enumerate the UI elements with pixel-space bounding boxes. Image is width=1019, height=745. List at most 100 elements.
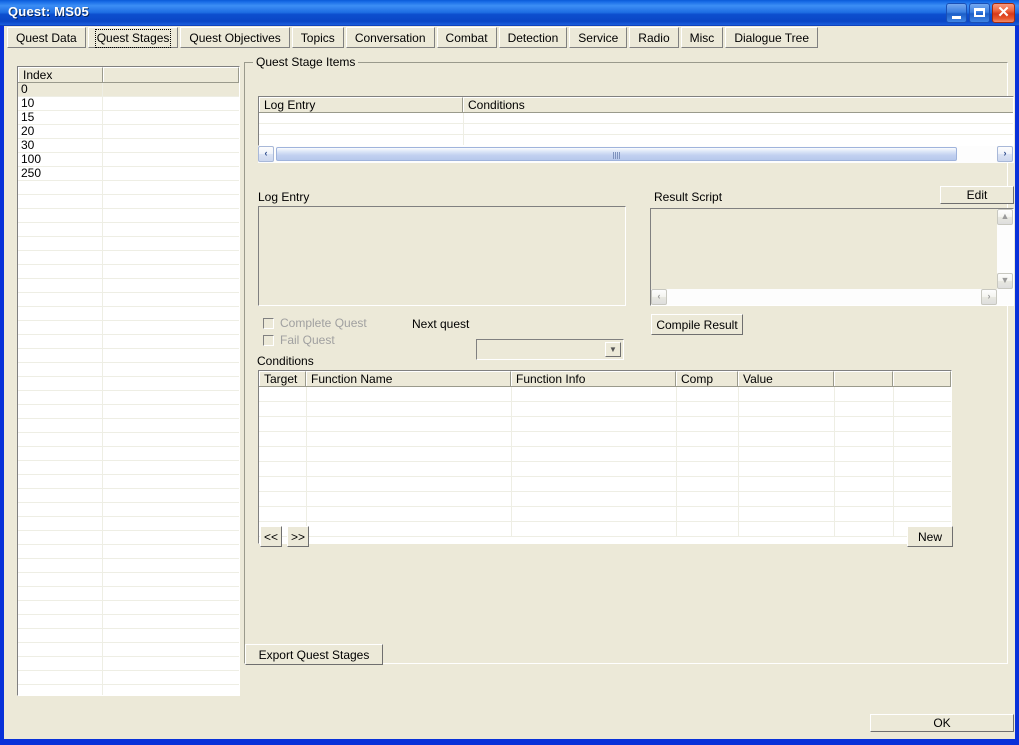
table-row[interactable] xyxy=(259,492,951,507)
column-header-function-info[interactable]: Function Info xyxy=(511,371,676,386)
tab-misc[interactable]: Misc xyxy=(680,27,724,48)
list-item[interactable] xyxy=(18,517,239,531)
stage-index-list[interactable]: Index 0 10 15 20 30 100 250 xyxy=(17,66,240,696)
hscroll-right-arrow-button[interactable]: › xyxy=(981,289,997,305)
table-row[interactable] xyxy=(259,402,951,417)
table-row[interactable] xyxy=(259,477,951,492)
list-item[interactable] xyxy=(18,461,239,475)
list-item[interactable] xyxy=(18,601,239,615)
list-item[interactable]: 20 xyxy=(18,125,239,139)
column-header-target[interactable]: Target xyxy=(259,371,306,386)
vscroll-down-arrow-button[interactable]: ▼ xyxy=(997,273,1013,289)
list-item[interactable] xyxy=(18,685,239,695)
list-item[interactable]: 10 xyxy=(18,97,239,111)
vscroll-up-arrow-button[interactable]: ▲ xyxy=(997,209,1013,225)
maximize-button[interactable] xyxy=(969,3,990,23)
table-row[interactable] xyxy=(259,387,951,402)
tab-quest-stages[interactable]: Quest Stages xyxy=(87,27,179,48)
column-header-index[interactable]: Index xyxy=(18,67,103,82)
table-row[interactable] xyxy=(259,124,1013,135)
list-item[interactable]: 30 xyxy=(18,139,239,153)
list-item[interactable] xyxy=(18,489,239,503)
checkbox-box-icon[interactable] xyxy=(263,335,274,346)
checkbox-box-icon[interactable] xyxy=(263,318,274,329)
list-item[interactable] xyxy=(18,349,239,363)
quest-stage-items-hscrollbar[interactable]: ‹ › xyxy=(258,146,1014,163)
table-row[interactable] xyxy=(259,522,951,537)
list-item[interactable] xyxy=(18,657,239,671)
next-condition-button[interactable]: >> xyxy=(287,526,309,547)
tab-conversation[interactable]: Conversation xyxy=(345,27,435,48)
table-row[interactable] xyxy=(259,447,951,462)
list-item[interactable] xyxy=(18,265,239,279)
list-item[interactable] xyxy=(18,321,239,335)
list-item[interactable] xyxy=(18,433,239,447)
list-item[interactable] xyxy=(18,195,239,209)
quest-stage-items-table[interactable]: Log Entry Conditions xyxy=(258,96,1014,146)
close-button[interactable]: ✕ xyxy=(992,3,1015,23)
tab-quest-data[interactable]: Quest Data xyxy=(7,27,86,48)
column-header-blank-2[interactable] xyxy=(893,371,951,386)
list-item[interactable]: 250 xyxy=(18,167,239,181)
list-item[interactable] xyxy=(18,559,239,573)
list-item[interactable] xyxy=(18,237,239,251)
list-item[interactable] xyxy=(18,615,239,629)
hscroll-left-arrow-button[interactable]: ‹ xyxy=(651,289,667,305)
list-item[interactable] xyxy=(18,629,239,643)
list-item[interactable]: 100 xyxy=(18,153,239,167)
edit-script-button[interactable]: Edit xyxy=(940,186,1014,204)
tab-radio[interactable]: Radio xyxy=(629,27,679,48)
list-item[interactable] xyxy=(18,405,239,419)
result-script-hscrollbar[interactable]: ‹ › xyxy=(651,289,1013,305)
hscroll-track[interactable] xyxy=(651,289,1013,305)
tab-topics[interactable]: Topics xyxy=(291,27,344,48)
list-item[interactable] xyxy=(18,587,239,601)
tab-detection[interactable]: Detection xyxy=(498,27,568,48)
compile-result-button[interactable]: Compile Result xyxy=(651,314,743,335)
column-header-function-name[interactable]: Function Name xyxy=(306,371,511,386)
list-item[interactable] xyxy=(18,209,239,223)
conditions-table[interactable]: Target Function Name Function Info Comp … xyxy=(258,370,952,544)
column-header-value[interactable]: Value xyxy=(738,371,834,386)
list-item[interactable] xyxy=(18,671,239,685)
list-item[interactable] xyxy=(18,573,239,587)
list-item[interactable] xyxy=(18,447,239,461)
column-header-log-entry[interactable]: Log Entry xyxy=(259,97,463,112)
list-item[interactable]: 0 xyxy=(18,83,239,97)
table-row[interactable] xyxy=(259,507,951,522)
list-item[interactable] xyxy=(18,377,239,391)
tab-quest-objectives[interactable]: Quest Objectives xyxy=(180,27,290,48)
list-item[interactable] xyxy=(18,181,239,195)
result-script-vscrollbar[interactable]: ▲ ▼ xyxy=(997,209,1013,289)
table-row[interactable] xyxy=(259,135,1013,145)
next-quest-dropdown[interactable]: ▼ xyxy=(476,339,624,360)
tab-dialogue-tree[interactable]: Dialogue Tree xyxy=(725,27,819,48)
table-row[interactable] xyxy=(259,417,951,432)
list-item[interactable] xyxy=(18,307,239,321)
list-item[interactable] xyxy=(18,643,239,657)
table-row[interactable] xyxy=(259,113,1013,124)
ok-button[interactable]: OK xyxy=(870,714,1014,732)
export-quest-stages-button[interactable]: Export Quest Stages xyxy=(245,644,383,665)
list-item[interactable] xyxy=(18,531,239,545)
list-item[interactable] xyxy=(18,391,239,405)
list-item[interactable] xyxy=(18,293,239,307)
list-item[interactable] xyxy=(18,503,239,517)
column-header-blank-1[interactable] xyxy=(834,371,893,386)
list-item[interactable] xyxy=(18,279,239,293)
previous-condition-button[interactable]: << xyxy=(260,526,282,547)
list-item[interactable] xyxy=(18,419,239,433)
list-item[interactable] xyxy=(18,545,239,559)
minimize-button[interactable] xyxy=(946,3,967,23)
table-row[interactable] xyxy=(259,462,951,477)
list-item[interactable] xyxy=(18,251,239,265)
column-header-comp[interactable]: Comp xyxy=(676,371,738,386)
list-item[interactable]: 15 xyxy=(18,111,239,125)
hscroll-left-arrow-button[interactable]: ‹ xyxy=(258,146,274,162)
tab-service[interactable]: Service xyxy=(569,27,628,48)
hscroll-thumb[interactable] xyxy=(276,147,957,161)
new-condition-button[interactable]: New xyxy=(907,526,953,547)
table-row[interactable] xyxy=(259,432,951,447)
column-header-blank[interactable] xyxy=(103,67,239,82)
title-bar[interactable]: Quest: MS05 ✕ xyxy=(0,0,1019,26)
